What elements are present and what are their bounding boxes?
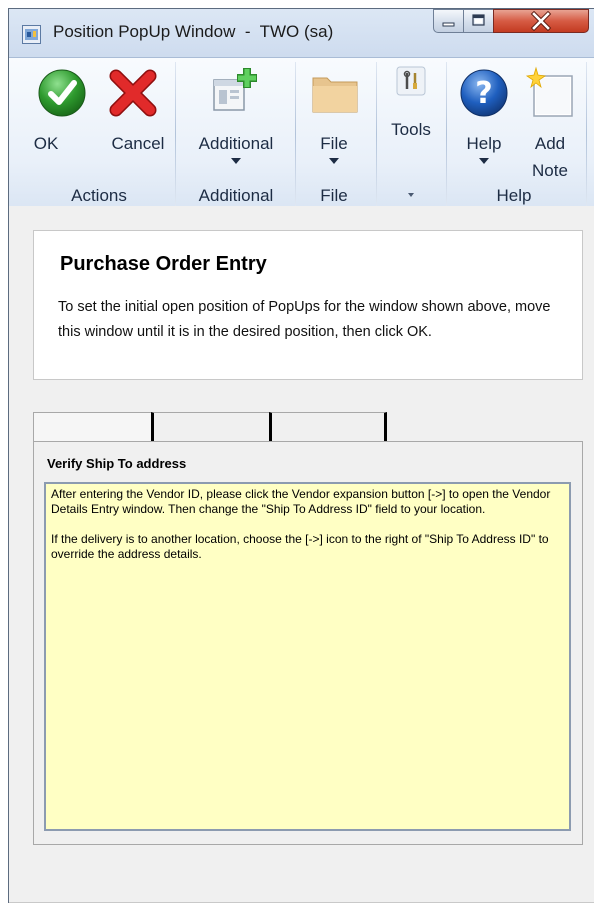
ok-button[interactable]: OK <box>27 58 97 168</box>
ribbon-toolbar: OK Cancel Actions Additional Additional … <box>9 57 594 207</box>
group-label-actions: Actions <box>71 186 127 205</box>
minimize-button[interactable] <box>433 9 464 33</box>
group-label-additional: Additional <box>198 186 274 205</box>
svg-text:?: ? <box>475 76 492 111</box>
help-question-icon: ? <box>460 69 508 117</box>
ribbon-group-divider <box>295 62 296 206</box>
window-controls <box>433 9 594 33</box>
popup-note-text-area[interactable]: After entering the Vendor ID, please cli… <box>44 482 571 831</box>
tools-group-launcher[interactable] <box>379 184 443 204</box>
info-card: Purchase Order Entry To set the initial … <box>33 230 583 380</box>
ribbon-group-divider <box>446 62 447 206</box>
ribbon-group-divider <box>376 62 377 206</box>
popup-position-window: Position PopUp Window - TWO (sa) OK Canc… <box>8 8 594 903</box>
tab-2[interactable] <box>151 412 269 441</box>
chevron-down-icon <box>329 158 339 164</box>
cancel-x-icon <box>109 69 157 117</box>
chevron-down-icon <box>231 158 241 164</box>
checkmark-icon <box>38 69 86 117</box>
window-title: Position PopUp Window - TWO (sa) <box>53 22 334 41</box>
chevron-down-icon <box>408 193 414 197</box>
additional-window-add-icon <box>213 68 257 111</box>
chevron-down-icon <box>479 158 489 164</box>
add-note-label: Add Note <box>516 130 584 184</box>
group-label-file: File <box>320 186 348 205</box>
additional-button[interactable]: Additional <box>181 58 291 168</box>
maximize-button[interactable] <box>463 9 494 33</box>
close-button[interactable] <box>493 9 589 33</box>
title-bar[interactable]: Position PopUp Window - TWO (sa) <box>9 9 594 57</box>
add-note-label-line2: Note <box>532 161 568 180</box>
add-note-label-line1: Add <box>534 134 566 153</box>
add-note-icon <box>525 66 573 117</box>
folder-icon <box>312 77 358 113</box>
maximize-icon <box>472 14 485 26</box>
help-label: Help <box>466 134 502 153</box>
group-label-help: Help <box>496 186 532 205</box>
file-label: File <box>320 134 348 153</box>
file-button[interactable]: File <box>299 58 369 168</box>
popup-note-paragraph: After entering the Vendor ID, please cli… <box>51 487 551 516</box>
tab-1[interactable] <box>33 412 151 443</box>
cancel-label: Cancel <box>111 134 165 153</box>
tab-strip <box>33 412 583 443</box>
tools-button[interactable]: Tools <box>379 58 443 168</box>
popup-note-paragraph: If the delivery is to another location, … <box>51 532 549 561</box>
popup-note-panel: Verify Ship To address After entering th… <box>33 441 583 845</box>
ribbon-group-divider <box>586 62 587 206</box>
add-note-button[interactable]: Add Note <box>516 58 584 180</box>
tools-label: Tools <box>391 120 431 139</box>
tab-3[interactable] <box>269 412 387 441</box>
help-button[interactable]: ? Help <box>449 58 519 168</box>
ribbon-group-divider <box>175 62 176 206</box>
cancel-button[interactable]: Cancel <box>99 58 179 168</box>
instruction-text: To set the initial open position of PopU… <box>58 299 551 340</box>
ok-label: OK <box>33 134 59 153</box>
additional-label: Additional <box>198 134 274 153</box>
close-icon <box>530 10 552 32</box>
app-icon <box>22 25 41 44</box>
popup-note-title: Verify Ship To address <box>47 456 187 471</box>
minimize-icon <box>442 22 455 27</box>
page-title: Purchase Order Entry <box>60 253 267 275</box>
tools-icon <box>396 66 426 96</box>
window-content: Purchase Order Entry To set the initial … <box>9 206 594 903</box>
